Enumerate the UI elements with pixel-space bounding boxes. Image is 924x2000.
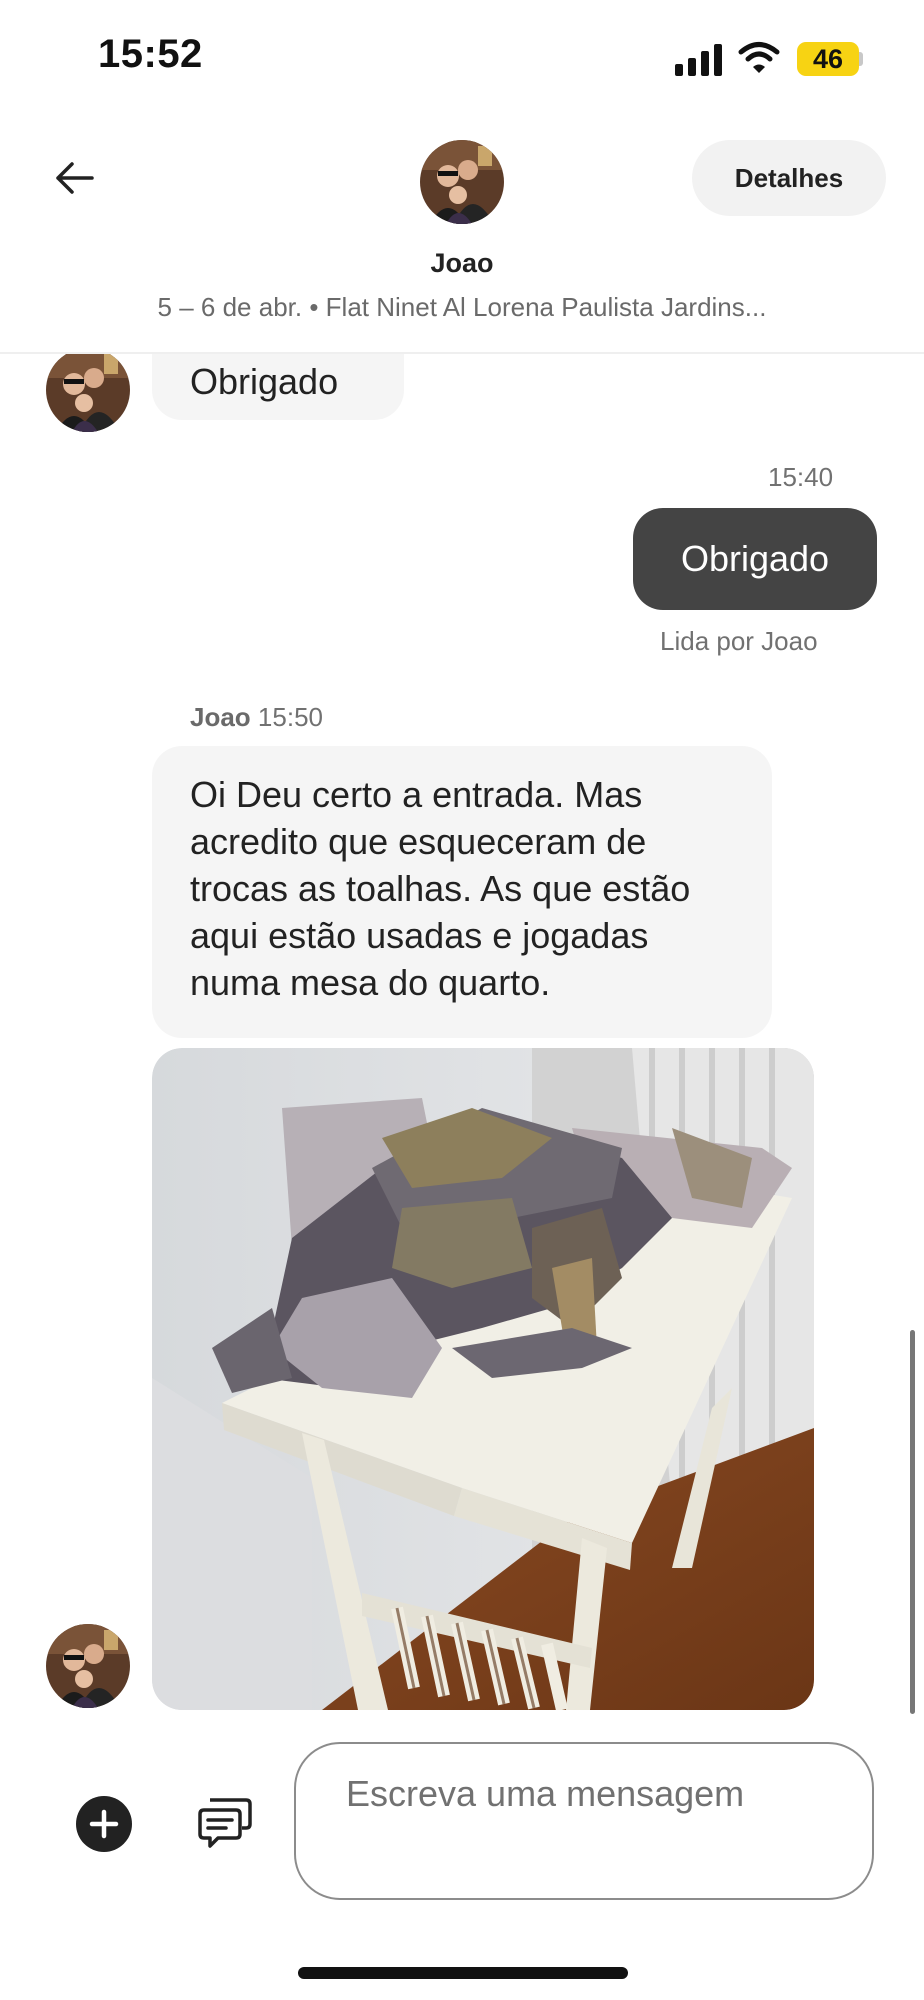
plus-glyph	[89, 1809, 119, 1839]
quick-replies-icon[interactable]	[196, 1792, 256, 1852]
reservation-summary: 5 – 6 de abr. • Flat Ninet Al Lorena Pau…	[157, 292, 767, 322]
battery-level: 46	[812, 44, 844, 74]
message-text: Obrigado	[190, 361, 339, 402]
message-bubble[interactable]: Oi Deu certo a entrada. Mas acredito que…	[152, 746, 772, 1038]
host-avatar[interactable]	[420, 140, 504, 224]
message-text: Oi Deu certo a entrada. Mas acredito que…	[190, 774, 691, 1003]
message-time: 15:50	[257, 702, 323, 732]
scrollbar[interactable]	[910, 1330, 915, 1714]
status-time: 15:52	[98, 32, 203, 76]
sender-line: Joao 15:50	[190, 702, 323, 733]
attached-photo[interactable]	[152, 1048, 814, 1710]
message-bubble-outgoing[interactable]: Obrigado	[633, 508, 877, 610]
message-text: Obrigado	[680, 538, 830, 579]
sender-name: Joao	[190, 702, 251, 732]
arrow-left-icon[interactable]	[52, 156, 96, 200]
read-receipt: Lida por Joao	[660, 626, 818, 656]
sender-avatar[interactable]	[46, 1624, 130, 1708]
details-button[interactable]: Detalhes	[692, 140, 886, 216]
battery-tip	[859, 52, 863, 66]
message-thread[interactable]: Obrigado 15:40 Obrigado Lida por Joao Jo…	[0, 354, 924, 1710]
message-bubble[interactable]: Obrigado	[152, 354, 404, 420]
message-time: 15:40	[768, 462, 834, 492]
message-input[interactable]: Escreva uma mensagem	[294, 1742, 874, 1900]
wifi-icon	[738, 42, 780, 73]
message-input-placeholder: Escreva uma mensagem	[346, 1773, 745, 1814]
battery-indicator: 46	[797, 42, 859, 76]
plus-icon[interactable]	[76, 1796, 132, 1852]
home-indicator[interactable]	[298, 1967, 628, 1979]
host-name: Joao	[430, 248, 494, 278]
signal-icon	[675, 44, 723, 76]
sender-avatar[interactable]	[46, 354, 130, 432]
